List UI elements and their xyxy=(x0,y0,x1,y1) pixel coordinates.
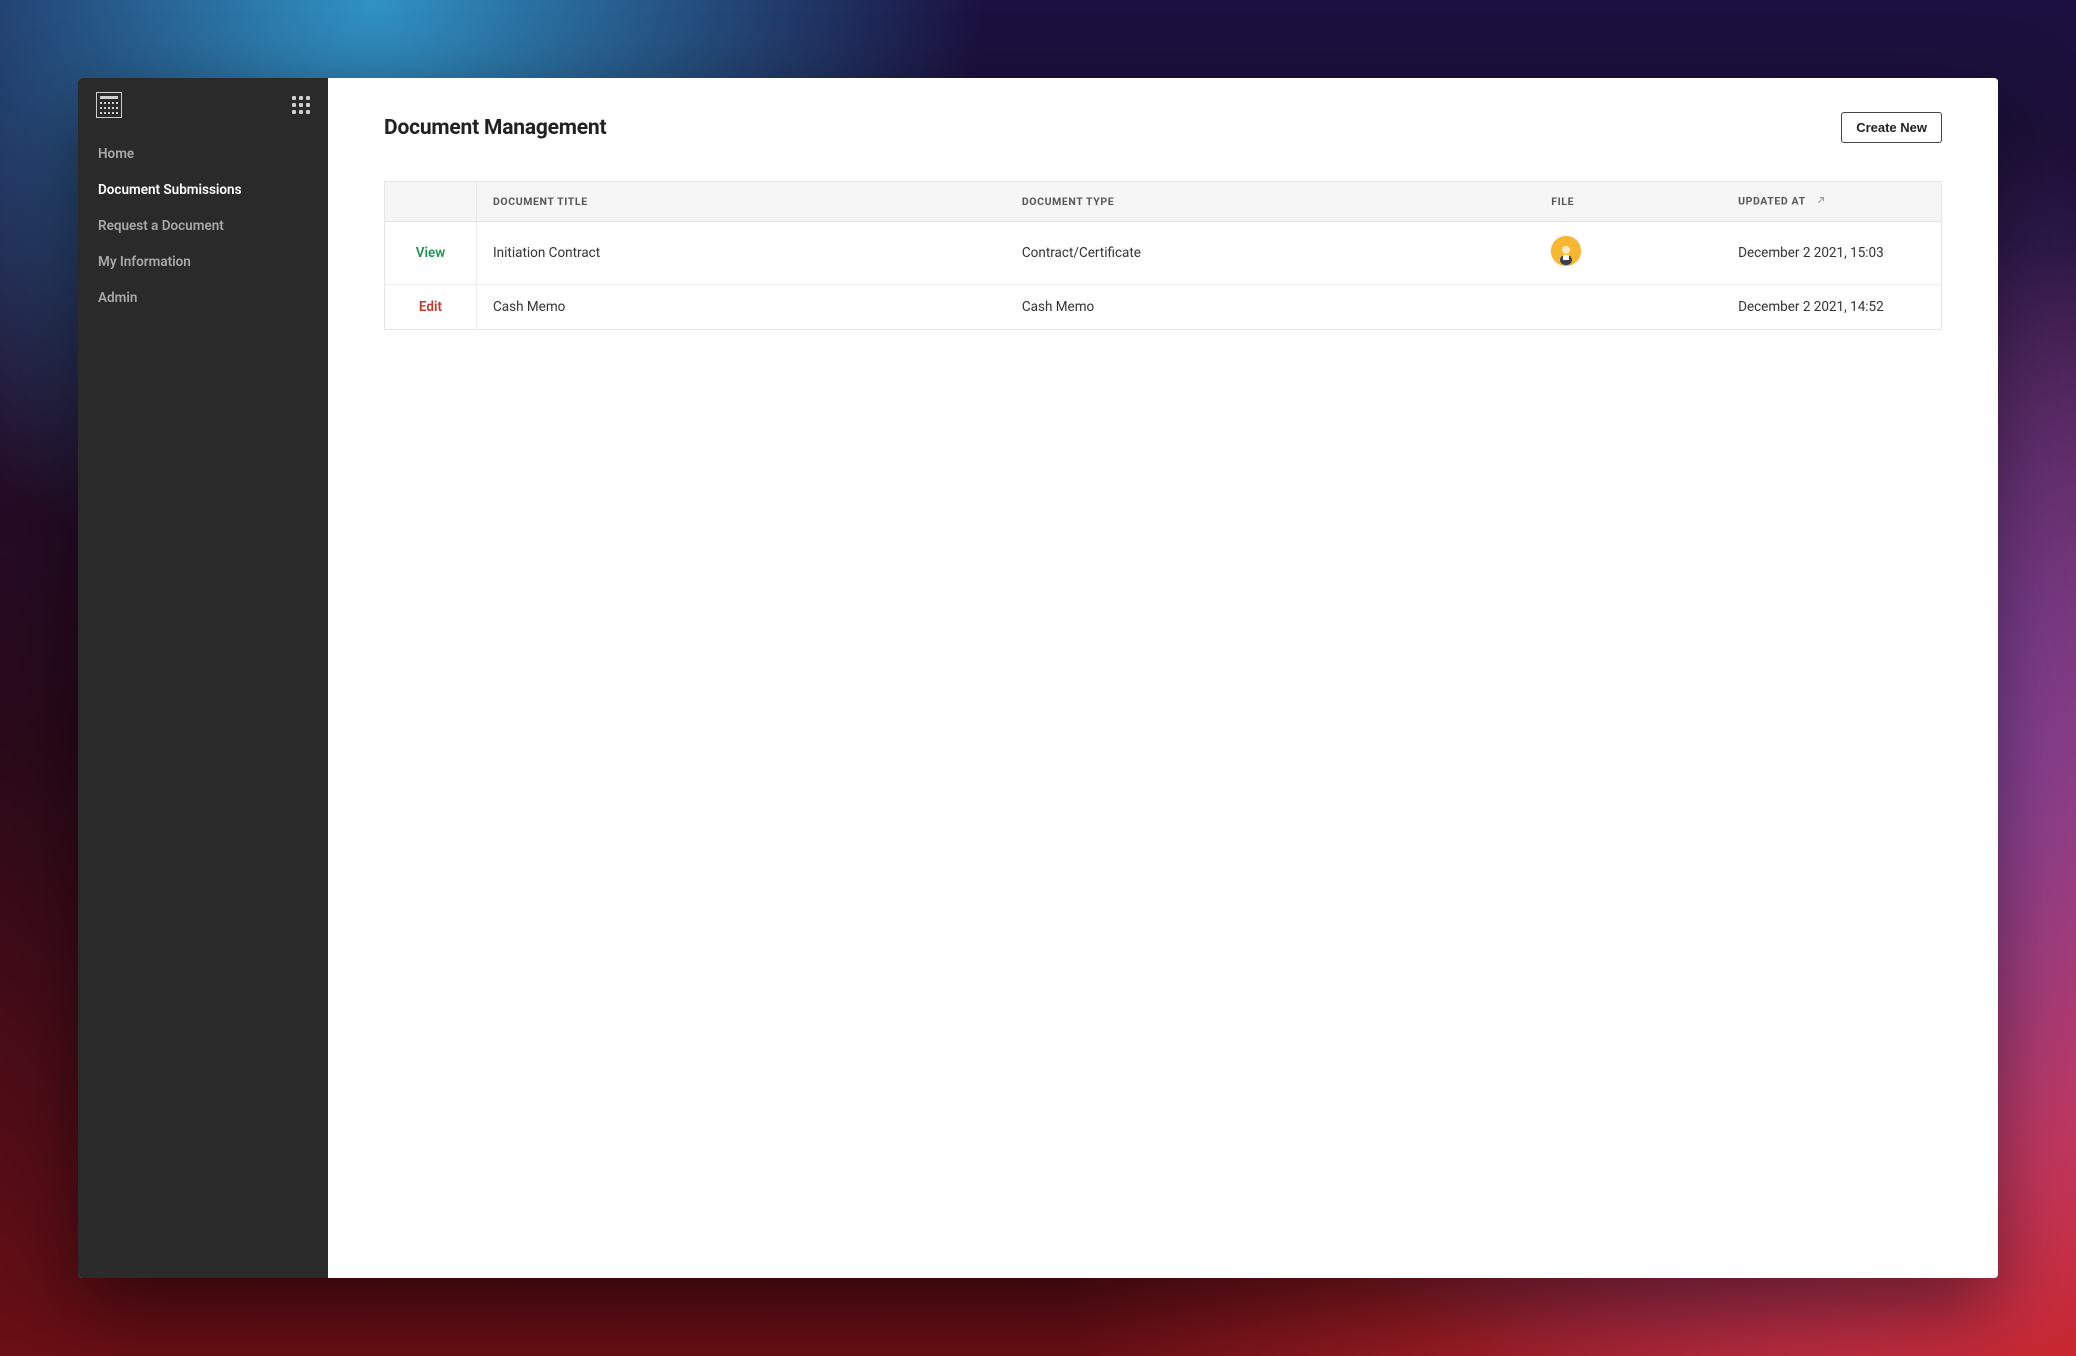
row-type-cell: Contract/Certificate xyxy=(1006,222,1535,285)
file-avatar-icon xyxy=(1551,236,1581,266)
table-row: View Initiation Contract Contract/Certif… xyxy=(385,222,1942,285)
documents-table: Document Title Document Type File Update… xyxy=(384,181,1942,330)
sidebar-nav: Home Document Submissions Request a Docu… xyxy=(78,132,328,316)
col-header-title[interactable]: Document Title xyxy=(477,182,1006,222)
col-header-action xyxy=(385,182,477,222)
row-updated-cell: December 2 2021, 15:03 xyxy=(1722,222,1941,285)
col-header-updated-label: Updated At xyxy=(1738,194,1805,207)
edit-link[interactable]: Edit xyxy=(419,299,442,315)
row-action-cell: View xyxy=(385,222,477,285)
row-file-cell[interactable] xyxy=(1535,222,1722,285)
sidebar: Home Document Submissions Request a Docu… xyxy=(78,78,328,1278)
main-content: Document Management Create New Document … xyxy=(328,78,1998,1278)
view-link[interactable]: View xyxy=(416,245,446,261)
page-title: Document Management xyxy=(384,116,606,140)
row-file-cell xyxy=(1535,285,1722,330)
row-updated-cell: December 2 2021, 14:52 xyxy=(1722,285,1941,330)
sidebar-item-home[interactable]: Home xyxy=(78,136,328,172)
apps-grid-icon[interactable] xyxy=(292,96,310,114)
sidebar-item-document-submissions[interactable]: Document Submissions xyxy=(78,172,328,208)
sort-asc-icon xyxy=(1815,194,1827,209)
col-header-type[interactable]: Document Type xyxy=(1006,182,1535,222)
page-header: Document Management Create New xyxy=(384,112,1942,143)
row-title-cell: Initiation Contract xyxy=(477,222,1006,285)
sidebar-item-request-document[interactable]: Request a Document xyxy=(78,208,328,244)
col-header-updated[interactable]: Updated At xyxy=(1722,182,1941,222)
row-action-cell: Edit xyxy=(385,285,477,330)
create-new-button[interactable]: Create New xyxy=(1841,112,1942,143)
app-window: Home Document Submissions Request a Docu… xyxy=(78,78,1998,1278)
sidebar-item-admin[interactable]: Admin xyxy=(78,280,328,316)
row-type-cell: Cash Memo xyxy=(1006,285,1535,330)
sidebar-item-my-information[interactable]: My Information xyxy=(78,244,328,280)
col-header-file[interactable]: File xyxy=(1535,182,1722,222)
row-title-cell: Cash Memo xyxy=(477,285,1006,330)
app-logo-icon xyxy=(96,92,122,118)
sidebar-top xyxy=(78,78,328,132)
table-row: Edit Cash Memo Cash Memo December 2 2021… xyxy=(385,285,1942,330)
